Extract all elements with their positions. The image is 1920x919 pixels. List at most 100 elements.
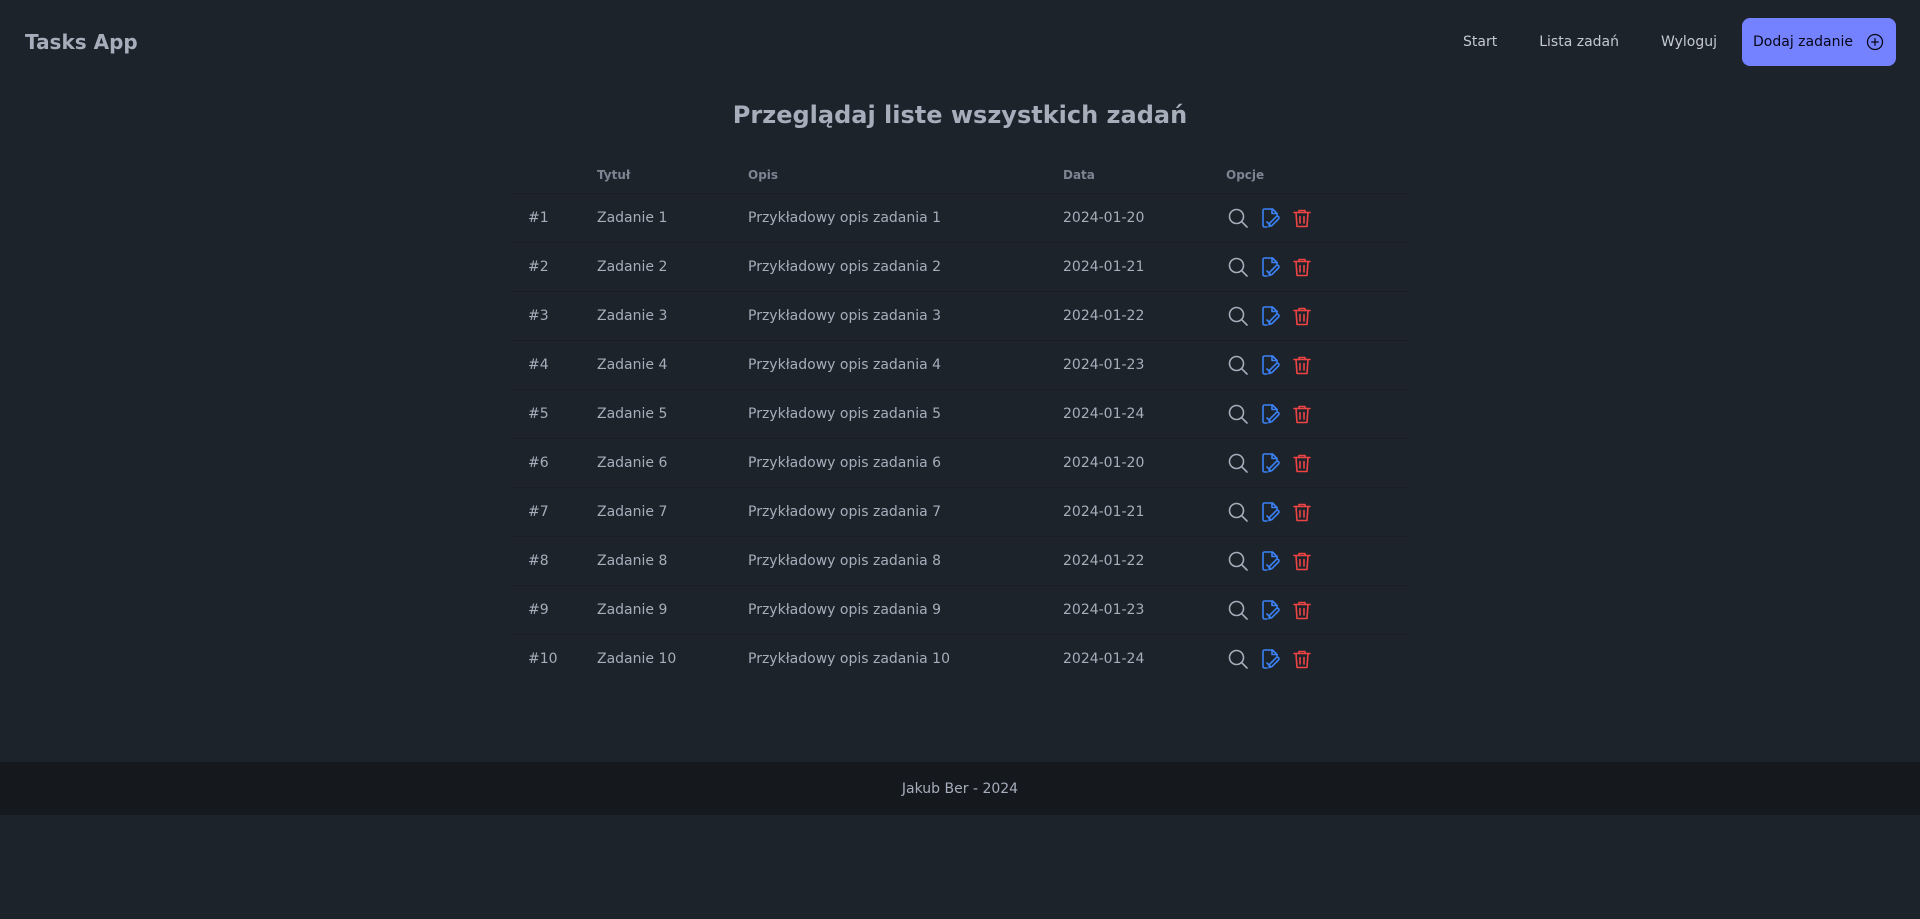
add-task-button[interactable]: Dodaj zadanie (1742, 17, 1896, 66)
task-title: Zadanie 6 (597, 455, 668, 471)
table-row: #2 Zadanie 2 Przykładowy opis zadania 2 202… (512, 242, 1408, 291)
table-row: #7 Zadanie 7 Przykładowy opis zadania 7 202… (512, 487, 1408, 536)
task-date: 2024-01-20 (1063, 210, 1145, 226)
task-options (1226, 206, 1408, 230)
page-title: Przeglądaj liste wszystkich zadań (732, 101, 1188, 129)
search-icon[interactable] (1226, 647, 1250, 671)
edit-document-icon[interactable] (1258, 402, 1282, 426)
search-icon[interactable] (1226, 598, 1250, 622)
task-title: Zadanie 9 (597, 602, 668, 618)
task-options (1226, 304, 1408, 328)
task-id: #4 (528, 357, 549, 373)
plus-circle-icon (1865, 32, 1885, 52)
table-row: #6 Zadanie 6 Przykładowy opis zadania 6 202… (512, 438, 1408, 487)
edit-document-icon[interactable] (1258, 647, 1282, 671)
search-icon[interactable] (1226, 353, 1250, 377)
edit-document-icon[interactable] (1258, 206, 1282, 230)
trash-icon[interactable] (1290, 598, 1314, 622)
trash-icon[interactable] (1290, 353, 1314, 377)
task-description: Przykładowy opis zadania 2 (748, 259, 942, 275)
task-id: #8 (528, 553, 549, 569)
add-task-label: Dodaj zadanie (1753, 33, 1853, 50)
edit-document-icon[interactable] (1258, 304, 1282, 328)
tasks-table: Tytuł Opis Data Opcje #1 Zadanie 1 Przykła… (512, 156, 1408, 683)
nav-link-start[interactable]: Start (1442, 24, 1518, 60)
trash-icon[interactable] (1290, 549, 1314, 573)
search-icon[interactable] (1226, 255, 1250, 279)
trash-icon[interactable] (1290, 255, 1314, 279)
nav-link-task-list[interactable]: Lista zadań (1518, 24, 1640, 60)
edit-document-icon[interactable] (1258, 598, 1282, 622)
edit-document-icon[interactable] (1258, 549, 1282, 573)
task-title: Zadanie 1 (597, 210, 668, 226)
task-date: 2024-01-20 (1063, 455, 1145, 471)
search-icon[interactable] (1226, 206, 1250, 230)
table-row: #5 Zadanie 5 Przykładowy opis zadania 5 202… (512, 389, 1408, 438)
task-description: Przykładowy opis zadania 9 (748, 602, 942, 618)
task-id: #7 (528, 504, 549, 520)
search-icon[interactable] (1226, 402, 1250, 426)
task-date: 2024-01-24 (1063, 651, 1145, 667)
column-header-options: Opcje (1226, 167, 1265, 182)
task-description: Przykładowy opis zadania 3 (748, 308, 942, 324)
trash-icon[interactable] (1290, 304, 1314, 328)
column-header-date: Data (1063, 167, 1095, 182)
task-date: 2024-01-24 (1063, 406, 1145, 422)
edit-document-icon[interactable] (1258, 500, 1282, 524)
task-date: 2024-01-21 (1063, 504, 1145, 520)
task-options (1226, 353, 1408, 377)
task-id: #9 (528, 602, 549, 618)
column-header-title: Tytuł (597, 167, 631, 182)
table-row: #3 Zadanie 3 Przykładowy opis zadania 3 202… (512, 291, 1408, 340)
trash-icon[interactable] (1290, 402, 1314, 426)
table-row: #1 Zadanie 1 Przykładowy opis zadania 1 202… (512, 193, 1408, 242)
task-title: Zadanie 8 (597, 553, 668, 569)
task-date: 2024-01-23 (1063, 602, 1145, 618)
search-icon[interactable] (1226, 500, 1250, 524)
task-options (1226, 451, 1408, 475)
app-title[interactable]: Tasks App (24, 30, 138, 54)
task-options (1226, 598, 1408, 622)
task-description: Przykładowy opis zadania 5 (748, 406, 942, 422)
task-description: Przykładowy opis zadania 1 (748, 210, 942, 226)
table-row: #8 Zadanie 8 Przykładowy opis zadania 8 202… (512, 536, 1408, 585)
task-date: 2024-01-23 (1063, 357, 1145, 373)
table-body: #1 Zadanie 1 Przykładowy opis zadania 1 202… (512, 193, 1408, 683)
task-title: Zadanie 2 (597, 259, 668, 275)
task-description: Przykładowy opis zadania 10 (748, 651, 950, 667)
task-options (1226, 500, 1408, 524)
task-date: 2024-01-22 (1063, 553, 1145, 569)
table-header: Tytuł Opis Data Opcje (512, 156, 1408, 193)
trash-icon[interactable] (1290, 647, 1314, 671)
search-icon[interactable] (1226, 451, 1250, 475)
task-title: Zadanie 10 (597, 651, 677, 667)
task-description: Przykładowy opis zadania 6 (748, 455, 942, 471)
task-options (1226, 402, 1408, 426)
task-options (1226, 549, 1408, 573)
table-row: #10 Zadanie 10 Przykładowy opis zadania 10… (512, 634, 1408, 683)
task-id: #6 (528, 455, 549, 471)
task-options (1226, 255, 1408, 279)
search-icon[interactable] (1226, 549, 1250, 573)
footer-text: Jakub Ber - 2024 (901, 780, 1019, 797)
edit-document-icon[interactable] (1258, 353, 1282, 377)
nav-menu: Start Lista zadań Wyloguj Dodaj zadanie (1442, 17, 1896, 66)
search-icon[interactable] (1226, 304, 1250, 328)
navbar: Tasks App Start Lista zadań Wyloguj Doda… (0, 0, 1920, 83)
edit-document-icon[interactable] (1258, 451, 1282, 475)
nav-link-logout[interactable]: Wyloguj (1640, 24, 1738, 60)
trash-icon[interactable] (1290, 500, 1314, 524)
task-id: #10 (528, 651, 558, 667)
trash-icon[interactable] (1290, 451, 1314, 475)
trash-icon[interactable] (1290, 206, 1314, 230)
table-row: #9 Zadanie 9 Przykładowy opis zadania 9 202… (512, 585, 1408, 634)
task-title: Zadanie 7 (597, 504, 668, 520)
task-description: Przykładowy opis zadania 8 (748, 553, 942, 569)
task-date: 2024-01-21 (1063, 259, 1145, 275)
task-description: Przykładowy opis zadania 7 (748, 504, 942, 520)
task-title: Zadanie 4 (597, 357, 668, 373)
task-title: Zadanie 5 (597, 406, 668, 422)
edit-document-icon[interactable] (1258, 255, 1282, 279)
task-title: Zadanie 3 (597, 308, 668, 324)
task-id: #2 (528, 259, 549, 275)
